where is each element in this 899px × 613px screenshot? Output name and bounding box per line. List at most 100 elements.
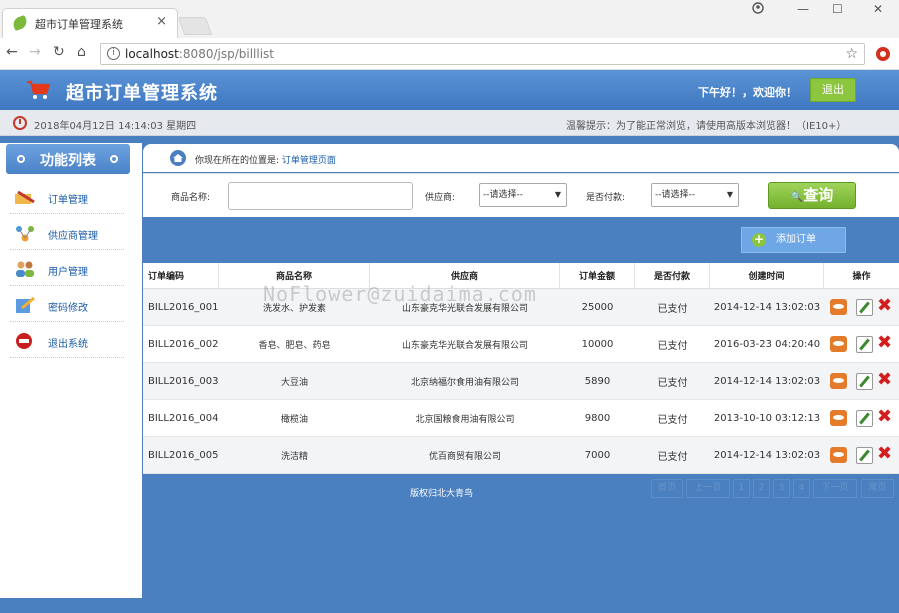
paid-select[interactable]: --请选择-- ▼ [651,183,739,207]
view-icon[interactable] [830,299,847,315]
supplier-select[interactable]: --请选择-- ▼ [479,183,567,207]
table-row: BILL2016_005 洗洁精 优百商贸有限公司 7000 已支付 2014-… [143,437,899,474]
created-time: 2014-12-14 13:02:03 [713,449,821,461]
col-header-amount: 订单金额 [560,263,635,288]
copyright-text: 版权归北大青鸟 [410,489,474,499]
col-header-paid: 是否付款 [635,263,710,288]
sidebar-item-label: 密码修改 [48,303,88,314]
order-amount: 25000 [581,301,614,313]
sidebar-item-suppliers[interactable]: 供应商管理 [10,216,124,250]
edit-icon[interactable] [856,299,873,316]
sidebar-item-users[interactable]: 用户管理 [10,252,124,286]
created-time: 2014-12-14 13:02:03 [713,375,821,387]
search-panel: 商品名称: 供应商: --请选择-- ▼ 是否付款: --请选择-- ▼ 🔍查询 [143,173,899,217]
created-time: 2014-12-14 13:02:03 [713,301,821,313]
order-code: BILL2016_005 [148,449,219,461]
logout-button[interactable]: 退出 [810,78,856,102]
view-icon[interactable] [830,336,847,352]
shopping-cart-icon [27,80,50,99]
extension-icon[interactable] [876,47,890,61]
product-name-input[interactable] [228,182,413,210]
delete-icon[interactable]: ✖ [877,444,892,464]
watermark: NoFlower@zuidaima.com [263,282,537,306]
search-icon: 🔍 [790,192,804,203]
add-order-button[interactable]: + 添加订单 [741,227,846,253]
sidebar-item-label: 用户管理 [48,267,88,278]
dropdown-arrow-icon: ▼ [554,190,561,199]
sidebar-item-label: 订单管理 [48,195,88,206]
edit-icon[interactable] [856,373,873,390]
order-amount: 9800 [584,412,611,424]
paid-status: 已支付 [657,303,688,315]
leaf-favicon-icon [11,14,29,32]
profile-icon[interactable] [752,2,764,17]
home-page-icon[interactable]: ⌂ [77,44,86,60]
query-button[interactable]: 🔍查询 [768,182,856,209]
bookmark-star-icon[interactable]: ☆ [845,46,858,62]
edit-icon[interactable] [856,336,873,353]
address-bar: ← → ↻ ⌂ i localhost:8080/jsp/billlist ☆ [0,38,899,70]
order-code: BILL2016_003 [148,375,219,387]
table-row: BILL2016_002 香皂、肥皂、药皂 山东豪克华光联合发展有限公司 100… [143,326,899,363]
supplier-name: 优百商贸有限公司 [428,451,501,462]
delete-icon[interactable]: ✖ [877,333,892,353]
greeting-text: 下午好！，欢迎你！ [698,86,797,99]
sidebar-item-label: 退出系统 [48,339,88,350]
pager-page-4[interactable]: 4 [793,479,810,498]
paid-status: 已支付 [657,414,688,426]
view-icon[interactable] [830,373,847,389]
info-icon[interactable]: i [107,47,120,60]
table-row: BILL2016_004 橄榄油 北京国粮食用油有限公司 9800 已支付 20… [143,400,899,437]
tab-close-icon[interactable]: × [156,14,167,29]
app-title: 超市订单管理系统 [66,83,218,104]
toolbar: + 添加订单 [143,217,899,263]
tab-title: 超市订单管理系统 [35,18,123,31]
product-name: 香皂、肥皂、药皂 [258,340,331,351]
pager-page-2[interactable]: 2 [753,479,770,498]
users-icon [16,261,34,277]
col-header-actions: 操作 [852,272,871,282]
delete-icon[interactable]: ✖ [877,296,892,316]
product-name-label: 商品名称: [171,193,211,203]
sidebar-item-password[interactable]: 密码修改 [10,288,124,322]
pager-page-1[interactable]: 1 [733,479,750,498]
pager-next[interactable]: 下一页 [813,479,857,498]
minimize-icon[interactable]: — [797,2,809,16]
new-tab-button[interactable] [177,17,213,35]
browser-tab[interactable]: 超市订单管理系统 × [2,8,178,38]
bottom-strip [0,598,899,613]
pager-last[interactable]: 尾页 [861,479,894,498]
pager-prev[interactable]: 上一页 [686,479,730,498]
app-header: 超市订单管理系统 下午好！，欢迎你！ 退出 [0,70,899,110]
reload-icon[interactable]: ↻ [53,44,65,60]
view-icon[interactable] [830,410,847,426]
supplier-network-icon [16,226,34,242]
delete-icon[interactable]: ✖ [877,407,892,427]
col-header-code: 订单编码 [143,263,219,288]
current-datetime: 2018年04月12日 14:14:03 星期四 [34,121,197,132]
paid-status: 已支付 [657,377,688,389]
back-arrow-icon[interactable]: ← [6,44,18,60]
edit-icon[interactable] [856,410,873,427]
url-input[interactable]: i localhost:8080/jsp/billlist ☆ [100,43,865,65]
circle-bullet-icon [110,155,118,163]
edit-icon[interactable] [856,447,873,464]
main-content: 你现在所在的位置是: 订单管理页面 商品名称: 供应商: --请选择-- ▼ 是否… [143,143,899,475]
sidebar-item-orders[interactable]: 订单管理 [10,180,124,214]
forward-arrow-icon[interactable]: → [29,44,41,60]
pager-first[interactable]: 首页 [651,479,683,498]
maximize-icon[interactable]: ☐ [832,2,843,16]
breadcrumb-current: 订单管理页面 [281,156,336,166]
pager-page-3[interactable]: 3 [773,479,790,498]
delete-icon[interactable]: ✖ [877,370,892,390]
window-close-icon[interactable]: ✕ [873,2,883,16]
url-text: localhost:8080/jsp/billlist [125,47,274,61]
col-header-created: 创建时间 [710,263,824,288]
sidebar-item-exit[interactable]: 退出系统 [10,324,124,358]
view-icon[interactable] [830,447,847,463]
plus-icon: + [752,232,766,247]
created-time: 2013-10-10 03:12:13 [713,412,821,424]
paid-label: 是否付款: [586,193,626,203]
exit-icon [16,333,32,349]
info-bar: 2018年04月12日 14:14:03 星期四 温馨提示：为了能正常浏览，请使… [0,110,899,136]
